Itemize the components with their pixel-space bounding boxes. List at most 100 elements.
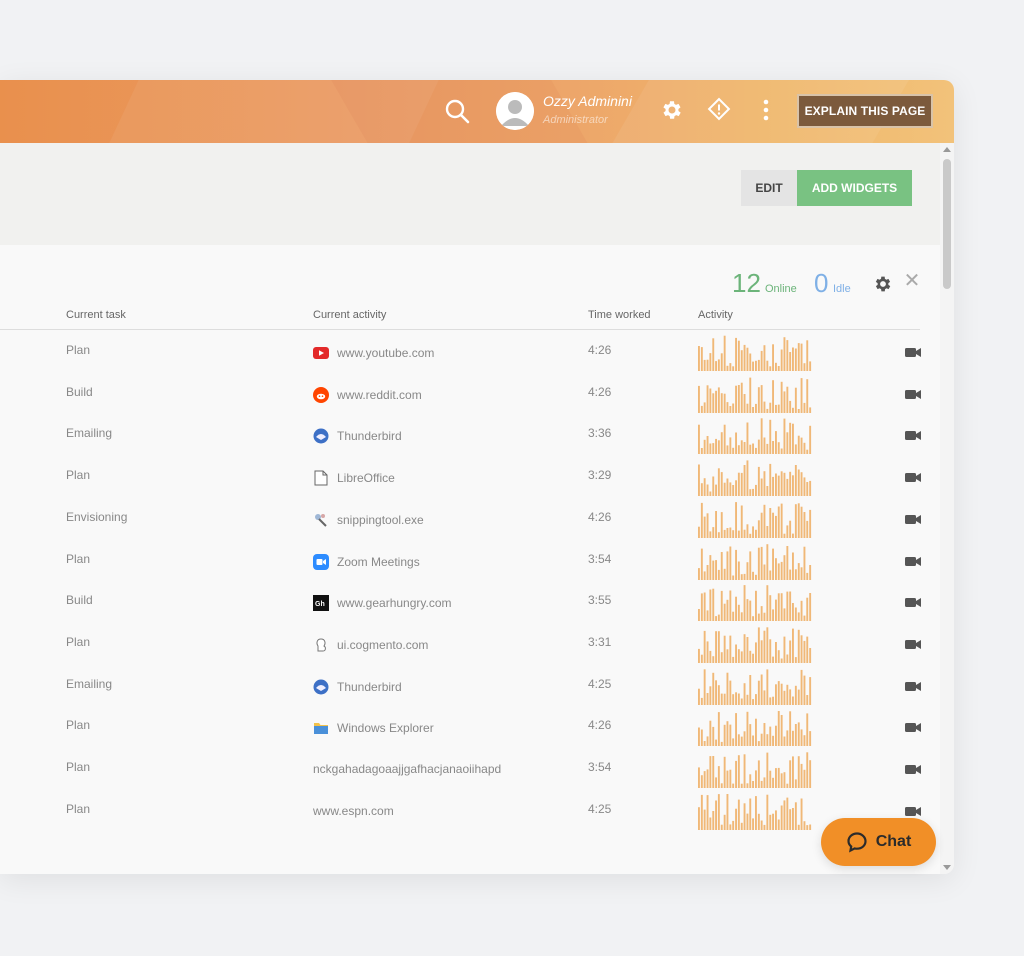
video-camera-icon[interactable]	[904, 512, 922, 526]
sparkline-bar	[723, 635, 726, 663]
video-camera-icon[interactable]	[904, 595, 922, 609]
video-camera-icon[interactable]	[904, 762, 922, 776]
sparkline-bar	[803, 769, 806, 788]
sparkline-bar	[746, 712, 749, 747]
sparkline-bar	[763, 401, 766, 413]
sparkline-bar	[752, 526, 754, 538]
sparkline-bar	[726, 672, 729, 705]
alert-diamond-icon[interactable]	[703, 93, 735, 125]
sparkline-bar	[772, 777, 774, 788]
sparkline-bar	[806, 520, 809, 538]
video-camera-icon[interactable]	[904, 428, 922, 442]
current-activity-cell: www.espn.com	[313, 804, 394, 818]
sparkline-bar	[732, 403, 735, 413]
scroll-thumb[interactable]	[943, 159, 951, 289]
sparkline-bar	[777, 366, 780, 371]
scrollbar[interactable]	[940, 143, 954, 874]
time-worked-cell: 3:36	[588, 426, 612, 441]
thunderbird-icon	[313, 428, 329, 444]
gear-icon[interactable]	[656, 94, 688, 126]
sparkline-bar	[783, 690, 786, 705]
video-camera-icon[interactable]	[904, 804, 922, 818]
table-row[interactable]: Envisioning snippingtool.exe 4:26	[0, 501, 940, 544]
sparkline-bar	[723, 482, 726, 497]
sparkline-bar	[757, 741, 760, 747]
sparkline-bar	[743, 393, 746, 413]
edit-button[interactable]: EDIT	[741, 170, 797, 206]
video-camera-icon[interactable]	[904, 470, 922, 484]
panel-close-icon[interactable]: ✕	[902, 271, 922, 291]
column-header-current-activity[interactable]: Current activity	[313, 309, 386, 321]
sparkline-bar	[760, 546, 763, 580]
sparkline-bar	[706, 513, 709, 538]
sparkline-bar	[698, 526, 700, 538]
current-task-cell: Plan	[66, 634, 91, 649]
column-header-time-worked[interactable]: Time worked	[588, 309, 651, 321]
video-camera-icon[interactable]	[904, 345, 922, 359]
video-camera-icon[interactable]	[904, 679, 922, 693]
sparkline-bar	[763, 630, 766, 663]
more-vertical-icon[interactable]	[752, 94, 780, 126]
table-row[interactable]: Plan LibreOffice 3:29	[0, 460, 940, 502]
table-row[interactable]: Plan Zoom Meetings 3:54	[0, 543, 940, 586]
table-row[interactable]: Plan www.espn.com 4:25	[0, 793, 940, 836]
video-camera-icon[interactable]	[904, 637, 922, 651]
table-row[interactable]: Emailing Thunderbird 3:36	[0, 418, 940, 460]
panel-settings-gear-icon[interactable]	[873, 274, 893, 294]
sparkline-bar	[737, 561, 740, 580]
sparkline-bar	[729, 824, 732, 830]
sparkline-bar	[709, 554, 712, 580]
sparkline-bar	[737, 604, 740, 622]
current-task-cell: Plan	[66, 551, 91, 566]
sparkline-bar	[715, 361, 717, 371]
video-camera-icon[interactable]	[904, 387, 922, 401]
sparkline-bar	[700, 593, 703, 622]
sparkline-bar	[749, 445, 752, 455]
table-row[interactable]: Plan nckgahadagoaajjgafhacjanaoiihapd 3:54	[0, 752, 940, 794]
sparkline-bar	[794, 503, 797, 538]
table-row[interactable]: Emailing Thunderbird 4:25	[0, 668, 940, 711]
video-camera-icon[interactable]	[904, 554, 922, 568]
sparkline-bar	[720, 824, 723, 830]
activity-label: Thunderbird	[337, 679, 402, 694]
sparkline-bar	[703, 570, 706, 580]
chat-button[interactable]: Chat	[821, 818, 936, 866]
sparkline-bar	[726, 478, 729, 497]
sparkline-bar	[726, 649, 729, 663]
sparkline-bar	[806, 713, 809, 747]
sparkline-bar	[726, 550, 729, 580]
column-header-current-task[interactable]: Current task	[66, 309, 126, 321]
scroll-down-arrow[interactable]	[943, 865, 951, 870]
table-row[interactable]: Build www.reddit.com 4:26	[0, 377, 940, 419]
video-camera-icon[interactable]	[904, 720, 922, 734]
user-role: Administrator	[543, 114, 608, 126]
activity-sparkline	[698, 585, 812, 622]
explain-this-page-button[interactable]: EXPLAIN THIS PAGE	[797, 94, 933, 128]
avatar[interactable]	[496, 92, 534, 130]
sparkline-bar	[706, 736, 709, 747]
sparkline-bar	[715, 631, 717, 663]
sparkline-bar	[783, 533, 786, 538]
sparkline-bar	[760, 512, 763, 538]
sparkline-bar	[803, 546, 806, 580]
time-worked-cell: 4:26	[588, 343, 612, 357]
sparkline-bar	[712, 756, 715, 788]
sparkline-bar	[809, 564, 812, 580]
sparkline-bar	[755, 642, 757, 663]
sparkline-bar	[740, 573, 743, 580]
scroll-up-arrow[interactable]	[943, 147, 951, 152]
thunderbird-icon	[313, 679, 329, 695]
sparkline-bar	[706, 384, 709, 413]
sparkline-bar	[797, 756, 800, 788]
sparkline-bar	[792, 552, 794, 580]
sparkline-bar	[780, 448, 783, 455]
table-row[interactable]: Plan ui.cogmento.com 3:31	[0, 627, 940, 669]
column-header-activity[interactable]: Activity	[698, 309, 733, 321]
add-widgets-button[interactable]: ADD WIDGETS	[797, 170, 912, 206]
table-row[interactable]: Plan Windows Explorer 4:26	[0, 710, 940, 752]
table-row[interactable]: Plan www.youtube.com 4:26	[0, 335, 940, 377]
table-row[interactable]: Build Gh www.gearhungry.com 3:55	[0, 585, 940, 627]
search-icon[interactable]	[440, 94, 474, 128]
sparkline-bar	[732, 611, 735, 622]
sparkline-bar	[789, 423, 792, 455]
